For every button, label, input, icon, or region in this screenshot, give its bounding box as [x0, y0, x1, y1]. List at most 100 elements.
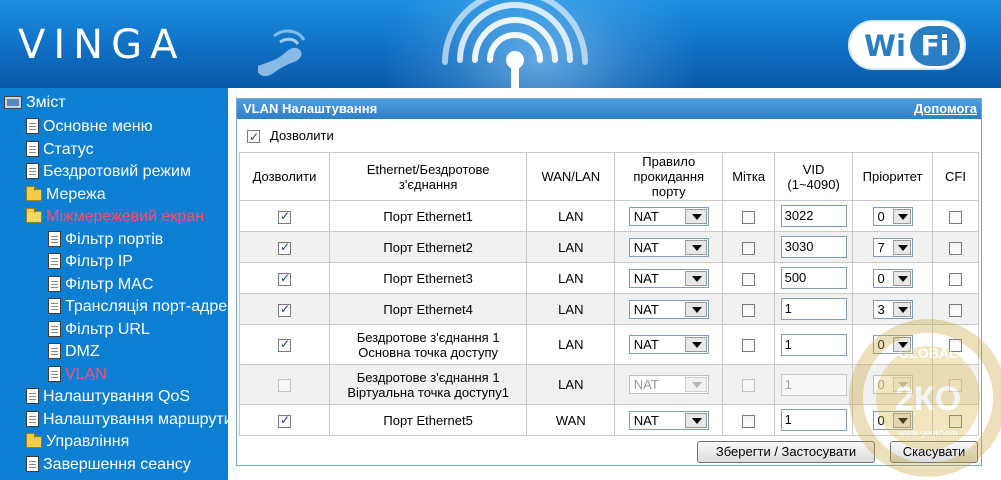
chevron-down-icon[interactable]: [684, 412, 707, 428]
row-vid-input[interactable]: 3022: [780, 205, 847, 227]
row-cfi-checkbox[interactable]: [949, 210, 962, 224]
row-priority-select[interactable]: 0: [872, 410, 913, 430]
row-rule-select[interactable]: NAT: [628, 410, 709, 430]
chevron-down-icon[interactable]: [892, 377, 911, 392]
row-enable-checkbox[interactable]: [277, 379, 291, 393]
sidebar-item-qos[interactable]: Налаштування QoS: [26, 386, 190, 408]
row-priority-select[interactable]: 0: [872, 206, 913, 226]
row-enable-checkbox[interactable]: [277, 240, 291, 255]
vlan-enable-checkbox[interactable]: [247, 128, 260, 146]
row-cfi-cell: [932, 231, 979, 263]
sidebar-item-vlan[interactable]: VLAN: [48, 364, 107, 386]
row-priority-select[interactable]: 3: [872, 299, 913, 319]
row-interface-name: Порт Ethernet2: [383, 239, 473, 255]
row-priority-cell: 3: [852, 293, 934, 325]
row-enable-checkbox[interactable]: [277, 413, 291, 428]
row-rule-select[interactable]: NAT: [628, 375, 709, 394]
chevron-down-icon[interactable]: [892, 239, 911, 255]
row-vid-input[interactable]: 1: [780, 298, 847, 320]
row-priority-select[interactable]: 0: [872, 335, 913, 354]
row-rule-value: NAT: [633, 208, 659, 224]
row-priority-select[interactable]: 7: [872, 237, 913, 257]
help-link[interactable]: Допомога: [914, 101, 977, 116]
row-enable-checkbox[interactable]: [277, 271, 291, 286]
row-wanlan-cell: LAN: [526, 231, 616, 263]
row-tag-checkbox[interactable]: [742, 379, 756, 393]
chevron-down-icon[interactable]: [892, 412, 911, 428]
row-vid-input[interactable]: 500: [780, 267, 847, 289]
row-priority-select[interactable]: 0: [872, 375, 913, 394]
row-wanlan-cell: LAN: [526, 200, 616, 232]
document-icon: [26, 141, 39, 157]
row-interface-name: Порт Ethernet1: [383, 208, 473, 224]
row-tag-checkbox[interactable]: [742, 210, 756, 224]
sidebar-item-network[interactable]: Мережа: [26, 184, 106, 206]
row-vid-input[interactable]: 1: [780, 373, 847, 396]
row-enable-checkbox[interactable]: [277, 337, 291, 353]
sidebar-item-port-forwarding[interactable]: Трансляція порт-адрес: [48, 296, 228, 318]
row-wanlan-cell: LAN: [526, 324, 616, 365]
sidebar-item-dmz[interactable]: DMZ: [48, 341, 100, 363]
sidebar-item-logout[interactable]: Завершення сеансу: [26, 454, 191, 476]
chevron-down-icon[interactable]: [684, 208, 707, 224]
sidebar-item-management[interactable]: Управління: [26, 431, 129, 453]
row-tag-checkbox[interactable]: [742, 414, 756, 428]
chevron-down-icon[interactable]: [892, 270, 911, 286]
sidebar-item-wireless[interactable]: Бездротовий режим: [26, 161, 191, 183]
row-rule-select[interactable]: NAT: [628, 335, 709, 354]
sidebar-item-firewall[interactable]: Міжмережевий екран: [26, 206, 204, 228]
row-cfi-checkbox[interactable]: [949, 414, 962, 428]
row-priority-select[interactable]: 0: [872, 268, 913, 288]
row-tag-checkbox[interactable]: [742, 339, 756, 353]
vlan-enable-label: Дозволити: [270, 128, 334, 143]
row-cfi-cell: [932, 200, 979, 232]
row-rule-cell: NAT: [614, 231, 724, 263]
row-vid-input[interactable]: 1: [780, 409, 847, 431]
row-rule-select[interactable]: NAT: [628, 206, 709, 226]
col-header-wanlan: WAN/LAN: [526, 152, 616, 201]
row-tag-checkbox[interactable]: [742, 303, 756, 317]
sidebar-item-main-menu[interactable]: Основне меню: [26, 116, 153, 138]
row-tag-checkbox[interactable]: [742, 272, 756, 286]
table-row: Порт Ethernet2 LAN NAT 3030 7: [239, 231, 979, 263]
sidebar-item-port-filter[interactable]: Фільтр портів: [48, 229, 163, 251]
row-rule-select[interactable]: NAT: [628, 299, 709, 319]
row-cfi-checkbox[interactable]: [949, 379, 962, 393]
table-row: Порт Ethernet5 WAN NAT 1 0: [239, 404, 979, 436]
save-apply-button[interactable]: Зберегти / Застосувати: [697, 441, 875, 463]
row-cfi-checkbox[interactable]: [949, 272, 962, 286]
row-enable-checkbox[interactable]: [277, 209, 291, 224]
chevron-down-icon[interactable]: [684, 239, 707, 255]
chevron-down-icon[interactable]: [892, 208, 911, 224]
row-interface-cell: Порт Ethernet3: [328, 262, 528, 294]
row-rule-select[interactable]: NAT: [628, 268, 709, 288]
row-cfi-checkbox[interactable]: [949, 339, 962, 353]
sidebar-item-routing[interactable]: Налаштування маршрутизації: [26, 409, 228, 431]
chevron-down-icon[interactable]: [892, 301, 911, 317]
row-vid-input[interactable]: 3030: [780, 236, 847, 258]
document-icon: [26, 411, 39, 427]
sidebar-item-status[interactable]: Статус: [26, 139, 94, 161]
sidebar-item-ip-filter[interactable]: Фільтр IP: [48, 251, 133, 273]
row-cfi-checkbox[interactable]: [949, 303, 962, 317]
row-enable-checkbox[interactable]: [277, 302, 291, 317]
chevron-down-icon[interactable]: [684, 270, 707, 286]
row-interface-cell: Порт Ethernet4: [328, 293, 528, 325]
row-tag-checkbox[interactable]: [742, 241, 756, 255]
chevron-down-icon[interactable]: [684, 377, 707, 392]
row-cfi-checkbox[interactable]: [949, 241, 962, 255]
col-header-priority: Пріоритет: [852, 152, 934, 201]
row-interface-name: Бездротове з'єднання 1: [356, 329, 500, 345]
row-vid-input[interactable]: 1: [780, 333, 847, 356]
sidebar-root[interactable]: Зміст: [4, 92, 66, 114]
row-rule-select[interactable]: NAT: [628, 237, 709, 257]
chevron-down-icon[interactable]: [684, 337, 707, 352]
document-icon: [26, 456, 39, 472]
sidebar-item-mac-filter[interactable]: Фільтр MAC: [48, 274, 153, 296]
row-priority-value: 0: [877, 412, 885, 428]
sidebar-item-url-filter[interactable]: Фільтр URL: [48, 319, 150, 341]
cancel-button[interactable]: Скасувати: [890, 441, 978, 463]
chevron-down-icon[interactable]: [892, 337, 911, 352]
row-tag-cell: [722, 324, 776, 365]
chevron-down-icon[interactable]: [684, 301, 707, 317]
